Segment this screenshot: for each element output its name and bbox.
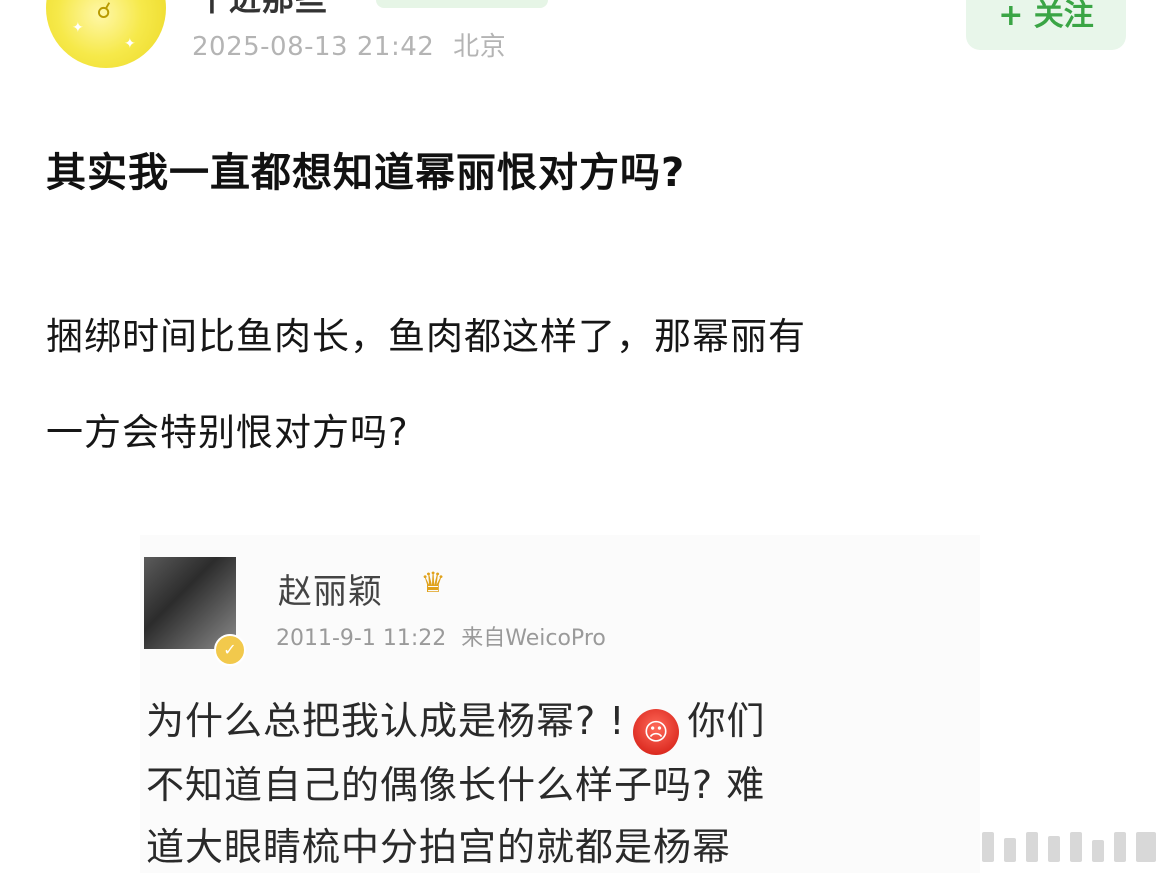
post-meta: 2025-08-13 21:42 北京 bbox=[192, 26, 506, 63]
username[interactable]: 千进那些 bbox=[196, 0, 328, 20]
quoted-text-line: 不知道自己的偶像长什么样子吗? 难 bbox=[146, 763, 766, 807]
quoted-text-line: 道大眼睛梳中分拍宫的就都是杨幂 bbox=[146, 825, 732, 869]
user-badge bbox=[376, 0, 548, 8]
quoted-meta: 2011-9-1 11:22 来自WeicoPro bbox=[276, 620, 606, 652]
sparkle-icon: ✦ bbox=[72, 20, 84, 36]
quoted-text-line: 为什么总把我认成是杨幂? ! ☹ 你们 bbox=[146, 690, 766, 755]
post-body-line: 一方会特别恨对方吗? bbox=[46, 411, 409, 454]
quoted-timestamp: 2011-9-1 11:22 bbox=[276, 626, 447, 651]
sparkle-icon: ✦ bbox=[124, 36, 136, 52]
angry-face-icon: ☹ bbox=[633, 709, 680, 755]
quoted-username: 赵丽颖 bbox=[278, 572, 383, 612]
post-title: 其实我一直都想知道幂丽恨对方吗? bbox=[46, 150, 686, 196]
post-body-line: 捆绑时间比鱼肉长，鱼肉都这样了，那幂丽有 bbox=[46, 315, 806, 358]
follow-button[interactable]: + 关注 bbox=[966, 0, 1126, 50]
quoted-source: 来自WeicoPro bbox=[461, 626, 606, 651]
watermark-icon bbox=[982, 832, 1162, 866]
post-location: 北京 bbox=[453, 32, 507, 62]
avatar-pendant-icon: ☌ bbox=[96, 0, 112, 24]
quoted-text-segment: 为什么总把我认成是杨幂? ! bbox=[146, 699, 626, 743]
quoted-text-segment: 你们 bbox=[687, 699, 766, 743]
verified-badge-icon: ✓ bbox=[214, 634, 246, 666]
post-timestamp: 2025-08-13 21:42 bbox=[192, 32, 435, 62]
crown-icon: ♛ bbox=[420, 566, 446, 599]
